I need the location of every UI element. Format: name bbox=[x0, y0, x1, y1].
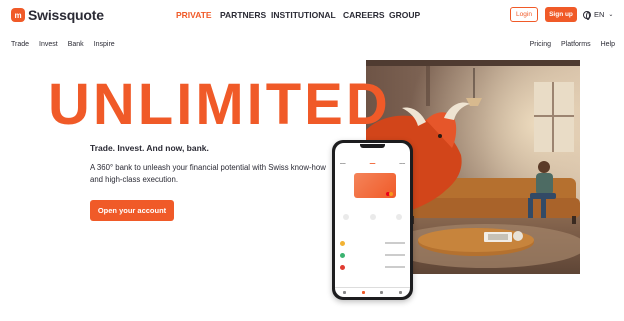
app-nav-icon bbox=[380, 291, 384, 294]
logo-mark-icon: m bbox=[11, 8, 25, 22]
swissquote-logo[interactable]: m Swissquote bbox=[11, 7, 104, 23]
main-nav: PRIVATE PARTNERS INSTITUTIONAL CAREERS G… bbox=[176, 10, 421, 20]
app-list-item bbox=[340, 251, 405, 259]
globe-icon bbox=[583, 10, 591, 20]
app-tab-2: ▬▬ bbox=[369, 161, 376, 165]
app-tab-3: ▬▬ bbox=[399, 161, 405, 165]
app-nav-icon bbox=[399, 291, 403, 294]
app-action-icon bbox=[396, 214, 402, 220]
nav-item-group[interactable]: GROUP bbox=[389, 10, 421, 20]
sub-nav-right: Pricing Platforms Help bbox=[530, 41, 615, 48]
phone-mockup: ▬▬ ▬▬ ▬▬ bbox=[332, 140, 413, 300]
sub-nav-help[interactable]: Help bbox=[601, 41, 615, 48]
sign-up-button[interactable]: Sign up bbox=[545, 7, 577, 22]
asset-icon bbox=[340, 264, 345, 270]
nav-item-partners[interactable]: PARTNERS bbox=[220, 10, 271, 20]
phone-screen: ▬▬ ▬▬ ▬▬ bbox=[335, 143, 410, 297]
nav-item-private[interactable]: PRIVATE bbox=[176, 10, 220, 20]
sub-nav-left: Trade Invest Bank Inspire bbox=[11, 41, 115, 48]
sub-nav-platforms[interactable]: Platforms bbox=[561, 41, 591, 48]
nav-item-careers[interactable]: CAREERS bbox=[343, 10, 389, 20]
app-nav-icon bbox=[361, 291, 365, 294]
app-tabs: ▬▬ ▬▬ ▬▬ bbox=[340, 161, 405, 165]
app-list-item bbox=[340, 239, 405, 247]
mastercard-logo-icon bbox=[386, 192, 393, 196]
nav-item-institutional[interactable]: INSTITUTIONAL bbox=[271, 10, 343, 20]
asset-icon bbox=[340, 252, 345, 258]
app-action-icon bbox=[369, 214, 376, 220]
asset-icon bbox=[340, 240, 345, 246]
hero-description: A 360° bank to unleash your financial po… bbox=[90, 163, 326, 184]
phone-notch bbox=[360, 144, 385, 148]
app-list-item bbox=[340, 263, 405, 271]
sub-nav-bank[interactable]: Bank bbox=[68, 41, 84, 48]
brand-name: Swissquote bbox=[28, 7, 104, 23]
language-label: EN bbox=[594, 10, 605, 19]
app-bottom-bar bbox=[335, 287, 410, 297]
hero-tagline: Trade. Invest. And now, bank. bbox=[90, 143, 209, 153]
debit-card-image bbox=[354, 173, 396, 198]
sub-nav-pricing[interactable]: Pricing bbox=[530, 41, 551, 48]
language-selector[interactable]: EN ⌄ bbox=[583, 10, 614, 20]
sub-nav-trade[interactable]: Trade bbox=[11, 41, 29, 48]
app-nav-icon bbox=[342, 291, 346, 294]
chevron-down-icon: ⌄ bbox=[608, 12, 614, 18]
app-quick-actions bbox=[343, 214, 402, 220]
open-account-button[interactable]: Open your account bbox=[90, 200, 174, 221]
login-button[interactable]: Login bbox=[510, 7, 538, 22]
app-tab-1: ▬▬ bbox=[340, 161, 346, 165]
sub-nav-inspire[interactable]: Inspire bbox=[94, 41, 115, 48]
sub-nav-invest[interactable]: Invest bbox=[39, 41, 58, 48]
hero-headline: UNLIMITED bbox=[48, 72, 391, 137]
app-action-icon bbox=[343, 214, 349, 220]
